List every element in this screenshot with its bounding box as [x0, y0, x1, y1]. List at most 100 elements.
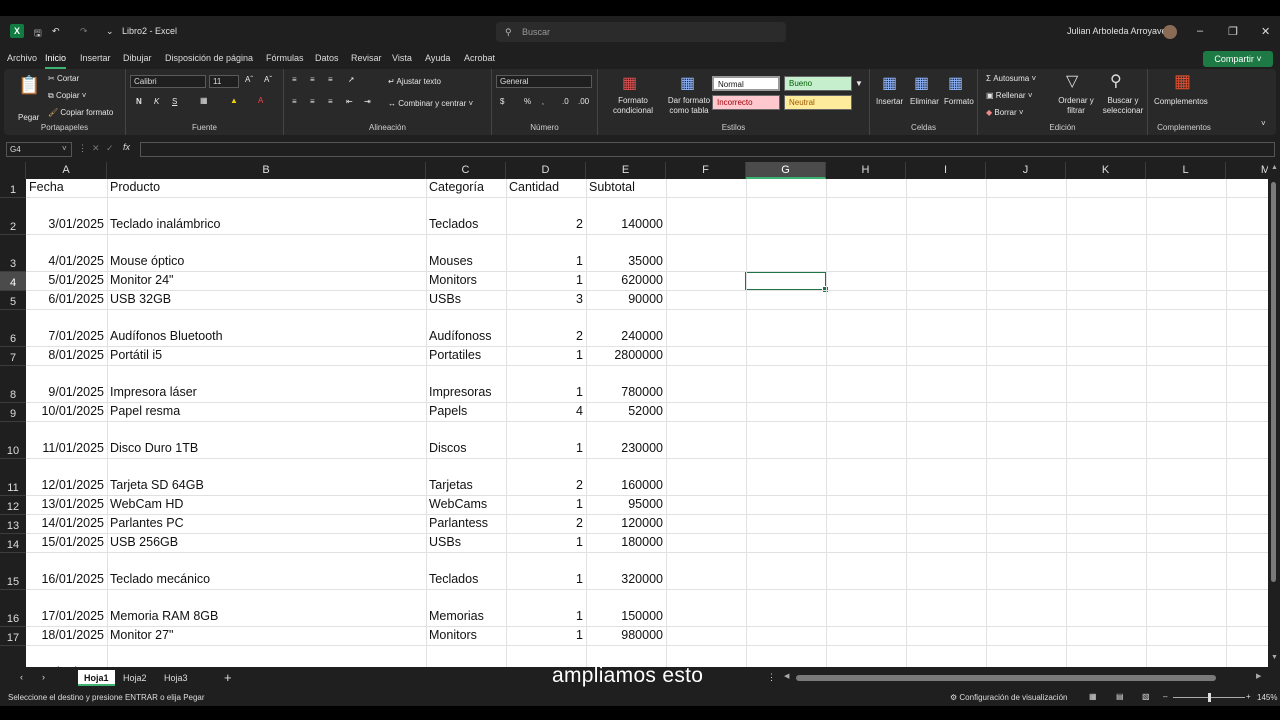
cell-producto[interactable]: Portátil i5 — [110, 348, 162, 362]
cell-categoria[interactable]: USBs — [429, 292, 461, 306]
align-center-icon[interactable]: ≡ — [310, 97, 315, 106]
paste-icon[interactable]: 📋 — [18, 75, 40, 96]
cell-fecha[interactable]: 12/01/2025 — [26, 478, 104, 492]
italic-icon[interactable]: K — [154, 97, 159, 106]
cell-subtotal[interactable]: 90000 — [586, 292, 663, 306]
share-button[interactable]: Compartir ˅ — [1203, 51, 1273, 67]
save-icon[interactable]: 🖫 — [34, 26, 42, 42]
align-left-icon[interactable]: ≡ — [292, 97, 297, 106]
fill-color-icon[interactable]: ▲ — [230, 96, 238, 105]
decrease-font-icon[interactable]: Aˇ — [264, 75, 272, 84]
format-table-icon[interactable]: ▦ — [680, 73, 695, 93]
cell-subtotal[interactable]: 140000 — [586, 217, 663, 231]
tab-revisar[interactable]: Revisar — [351, 53, 382, 63]
row-header-14[interactable]: 14 — [0, 534, 26, 553]
find-select-button[interactable]: Buscar y seleccionar — [1098, 96, 1148, 116]
orientation-icon[interactable]: ➚ — [348, 75, 355, 84]
currency-icon[interactable]: $ — [500, 97, 504, 106]
comma-style-icon[interactable]: ‚ — [542, 97, 544, 106]
sheet-tab-hoja1[interactable]: Hoja1 — [78, 670, 115, 686]
header-cell-producto[interactable]: Producto — [110, 180, 160, 194]
cell-fecha[interactable]: 9/01/2025 — [26, 385, 104, 399]
cell-cantidad[interactable]: 1 — [506, 572, 583, 586]
sheet-tab-hoja2[interactable]: Hoja2 — [117, 670, 153, 686]
cell-cantidad[interactable]: 1 — [506, 628, 583, 642]
cell-cantidad[interactable]: 1 — [506, 441, 583, 455]
cell-fecha[interactable]: 3/01/2025 — [26, 217, 104, 231]
row-header-4[interactable]: 4 — [0, 272, 26, 291]
selected-cell-g4[interactable] — [745, 271, 829, 293]
decrease-decimal-icon[interactable]: .00 — [578, 97, 589, 106]
header-cell-subtotal[interactable]: Subtotal — [589, 180, 635, 194]
increase-font-icon[interactable]: Aˆ — [245, 75, 253, 84]
fill-button[interactable]: ▣ Rellenar ˅ — [986, 91, 1033, 100]
underline-icon[interactable]: S — [172, 97, 177, 106]
autosum-button[interactable]: Σ Autosuma ˅ — [986, 74, 1036, 83]
paste-button[interactable]: Pegar — [18, 113, 39, 122]
page-layout-icon[interactable]: ▤ — [1116, 692, 1124, 701]
cell-producto[interactable]: Memoria RAM 8GB — [110, 609, 218, 623]
column-header-l[interactable]: L — [1146, 162, 1226, 179]
row-header-15[interactable]: 15 — [0, 553, 26, 590]
add-sheet-icon[interactable]: + — [224, 670, 232, 685]
redo-icon[interactable]: ↷ — [80, 26, 88, 37]
column-header-j[interactable]: J — [986, 162, 1066, 179]
cell-producto[interactable]: USB 32GB — [110, 292, 171, 306]
align-top-icon[interactable]: ≡ — [292, 75, 297, 84]
tab-archivo[interactable]: Archivo — [7, 53, 37, 63]
header-cell-categoría[interactable]: Categoría — [429, 180, 484, 194]
cell-categoria[interactable]: Papels — [429, 404, 467, 418]
cell-cantidad[interactable]: 1 — [506, 609, 583, 623]
zoom-level[interactable]: 145% — [1257, 693, 1277, 702]
column-header-a[interactable]: A — [26, 162, 107, 179]
cell-categoria[interactable]: Portatiles — [429, 348, 481, 362]
clear-button[interactable]: ◆ Borrar ˅ — [986, 108, 1024, 117]
cell-fecha[interactable]: 8/01/2025 — [26, 348, 104, 362]
cell-producto[interactable]: Teclado inalámbrico — [110, 217, 220, 231]
bold-icon[interactable]: N — [136, 97, 142, 106]
cell-categoria[interactable]: Teclados — [429, 572, 478, 586]
scroll-up-icon[interactable]: ▲ — [1271, 164, 1278, 171]
insert-cells-button[interactable]: Insertar — [876, 97, 903, 106]
header-cell-fecha[interactable]: Fecha — [29, 180, 64, 194]
wrap-text-button[interactable]: ↵ Ajustar texto — [388, 77, 441, 86]
next-sheet-icon[interactable]: › — [42, 672, 45, 682]
style-normal[interactable]: Normal — [712, 76, 780, 91]
cell-producto[interactable]: Disco Duro 1TB — [110, 441, 198, 455]
tab-inicio[interactable]: Inicio — [45, 53, 67, 69]
percent-icon[interactable]: % — [524, 97, 531, 106]
column-header-g[interactable]: G — [746, 162, 826, 179]
cell-subtotal[interactable]: 150000 — [586, 609, 663, 623]
column-header-f[interactable]: F — [666, 162, 746, 179]
tab-ayuda[interactable]: Ayuda — [425, 53, 450, 63]
style-neutral[interactable]: Neutral — [784, 95, 852, 110]
cell-subtotal[interactable]: 780000 — [586, 385, 663, 399]
cell-producto[interactable]: Impresora láser — [110, 385, 197, 399]
merge-center-button[interactable]: ↔ Combinar y centrar ˅ — [388, 99, 473, 108]
format-table-button[interactable]: Dar formato como tabla — [660, 96, 718, 116]
cell-fecha[interactable]: 5/01/2025 — [26, 273, 104, 287]
restore-icon[interactable]: ❐ — [1228, 25, 1238, 38]
addins-icon[interactable]: ▦ — [1174, 71, 1191, 92]
cell-categoria[interactable]: Parlantess — [429, 516, 488, 530]
cell-cantidad[interactable]: 2 — [506, 217, 583, 231]
cell-categoria[interactable]: Monitors — [429, 628, 477, 642]
row-header-9[interactable]: 9 — [0, 403, 26, 422]
conditional-format-button[interactable]: Formato condicional — [608, 96, 658, 116]
column-header-b[interactable]: B — [107, 162, 426, 179]
scroll-left-icon[interactable]: ◀ — [784, 672, 789, 680]
number-format-select[interactable]: General — [496, 75, 592, 88]
column-header-m[interactable]: M — [1226, 162, 1268, 179]
user-name[interactable]: Julian Arboleda Arroyave — [1067, 26, 1167, 36]
cell-cantidad[interactable]: 1 — [506, 535, 583, 549]
cell-cantidad[interactable]: 1 — [506, 385, 583, 399]
cell-categoria[interactable]: Monitors — [429, 273, 477, 287]
zoom-in-icon[interactable]: + — [1246, 692, 1251, 701]
horizontal-scrollbar[interactable]: ◀ ▶ — [784, 673, 1261, 682]
row-header-16[interactable]: 16 — [0, 590, 26, 627]
zoom-slider-thumb[interactable] — [1208, 693, 1211, 702]
tab-vista[interactable]: Vista — [392, 53, 412, 63]
row-header-2[interactable]: 2 — [0, 198, 26, 235]
font-name-select[interactable]: Calibri — [130, 75, 206, 88]
cell-fecha[interactable]: 17/01/2025 — [26, 609, 104, 623]
